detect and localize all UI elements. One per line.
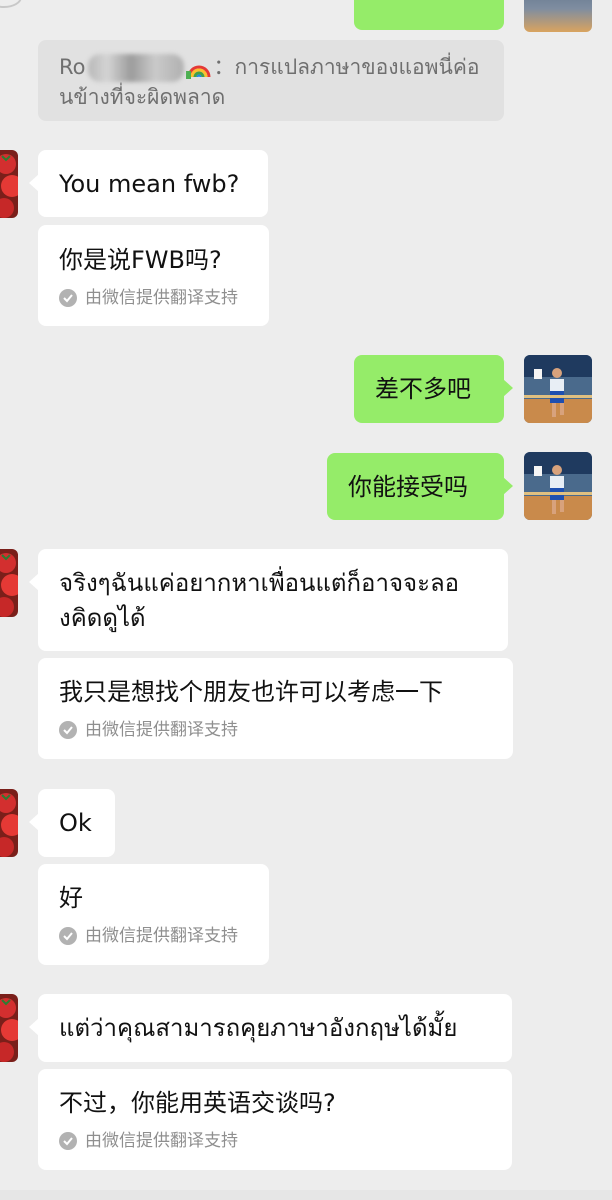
- quote-text-line1: การแปลภาษาของแอพนี่ค่อ: [234, 55, 480, 79]
- translation-bubble[interactable]: 我只是想找个朋友也许可以考虑一下 由微信提供翻译支持: [38, 658, 513, 759]
- translation-note: 由微信提供翻译支持: [59, 1130, 238, 1152]
- self-avatar-partial[interactable]: [524, 0, 592, 32]
- sent-message-bubble[interactable]: 你能接受吗: [327, 453, 513, 520]
- message-text: 差不多吧: [375, 375, 471, 403]
- tomato-avatar-icon: [0, 150, 18, 218]
- message-text: You mean fwb?: [59, 170, 240, 198]
- contact-avatar[interactable]: [0, 994, 18, 1062]
- check-circle-icon: [59, 1132, 77, 1150]
- basketball-avatar-icon: [524, 355, 592, 423]
- received-message-bubble[interactable]: แต่ว่าคุณสามารถคุยภาษาอังกฤษได้มั้ย: [29, 994, 512, 1062]
- translation-bubble[interactable]: 好 由微信提供翻译支持: [38, 864, 269, 965]
- check-circle-icon: [59, 721, 77, 739]
- translated-text: 不过，你能用英语交谈吗?: [59, 1089, 336, 1117]
- rainbow-emoji-icon: [185, 65, 210, 79]
- translation-note: 由微信提供翻译支持: [59, 719, 238, 741]
- redacted-name-blur: [87, 54, 184, 82]
- translated-text: 你是说FWB吗?: [59, 246, 222, 274]
- check-circle-icon: [59, 289, 77, 307]
- contact-avatar[interactable]: [0, 150, 18, 218]
- message-text: 你能接受吗: [348, 473, 468, 501]
- quote-text-line2: นข้างที่จะผิดพลาด: [59, 85, 226, 109]
- translated-text: 我只是想找个朋友也许可以考虑一下: [59, 678, 443, 706]
- tomato-avatar-icon: [0, 549, 18, 617]
- contact-avatar[interactable]: [0, 789, 18, 857]
- message-text-line1: จริงๆฉันแค่อยากหาเพื่อนแต่ก็อาจจะลอ: [59, 569, 460, 597]
- message-text: Ok: [59, 809, 92, 837]
- quoted-reply[interactable]: Ro ：การแปลภาษาของแอพนี่ค่อ นข้างที่จะผิด…: [38, 40, 504, 121]
- basketball-avatar-icon: [524, 452, 592, 520]
- message-text: แต่ว่าคุณสามารถคุยภาษาอังกฤษได้มั้ย: [59, 1014, 458, 1042]
- received-message-bubble[interactable]: จริงๆฉันแค่อยากหาเพื่อนแต่ก็อาจจะลอ งคิด…: [29, 549, 508, 651]
- self-avatar[interactable]: [524, 355, 592, 423]
- quote-sender-name: Ro: [59, 55, 86, 79]
- partial-header-icon: [0, 0, 22, 8]
- message-text-line2: งคิดดูได้: [59, 604, 146, 632]
- tomato-avatar-icon: [0, 789, 18, 857]
- translation-bubble[interactable]: 不过，你能用英语交谈吗? 由微信提供翻译支持: [38, 1069, 512, 1170]
- translation-note-text: 由微信提供翻译支持: [85, 926, 238, 946]
- bottom-divider: [0, 1190, 612, 1200]
- self-avatar[interactable]: [524, 452, 592, 520]
- translation-note-text: 由微信提供翻译支持: [85, 288, 238, 308]
- quote-separator: ：: [213, 55, 235, 79]
- translation-note: 由微信提供翻译支持: [59, 287, 238, 309]
- sent-message-bubble[interactable]: 差不多吧: [354, 355, 513, 423]
- translated-text: 好: [59, 884, 83, 912]
- check-circle-icon: [59, 927, 77, 945]
- translation-note-text: 由微信提供翻译支持: [85, 1131, 238, 1151]
- received-message-bubble[interactable]: You mean fwb?: [29, 150, 268, 217]
- translation-note-text: 由微信提供翻译支持: [85, 720, 238, 740]
- contact-avatar[interactable]: [0, 549, 18, 617]
- translation-bubble[interactable]: 你是说FWB吗? 由微信提供翻译支持: [38, 225, 269, 326]
- received-message-bubble[interactable]: Ok: [29, 789, 115, 857]
- tomato-avatar-icon: [0, 994, 18, 1062]
- previous-sent-bubble[interactable]: [354, 0, 504, 30]
- translation-note: 由微信提供翻译支持: [59, 925, 238, 947]
